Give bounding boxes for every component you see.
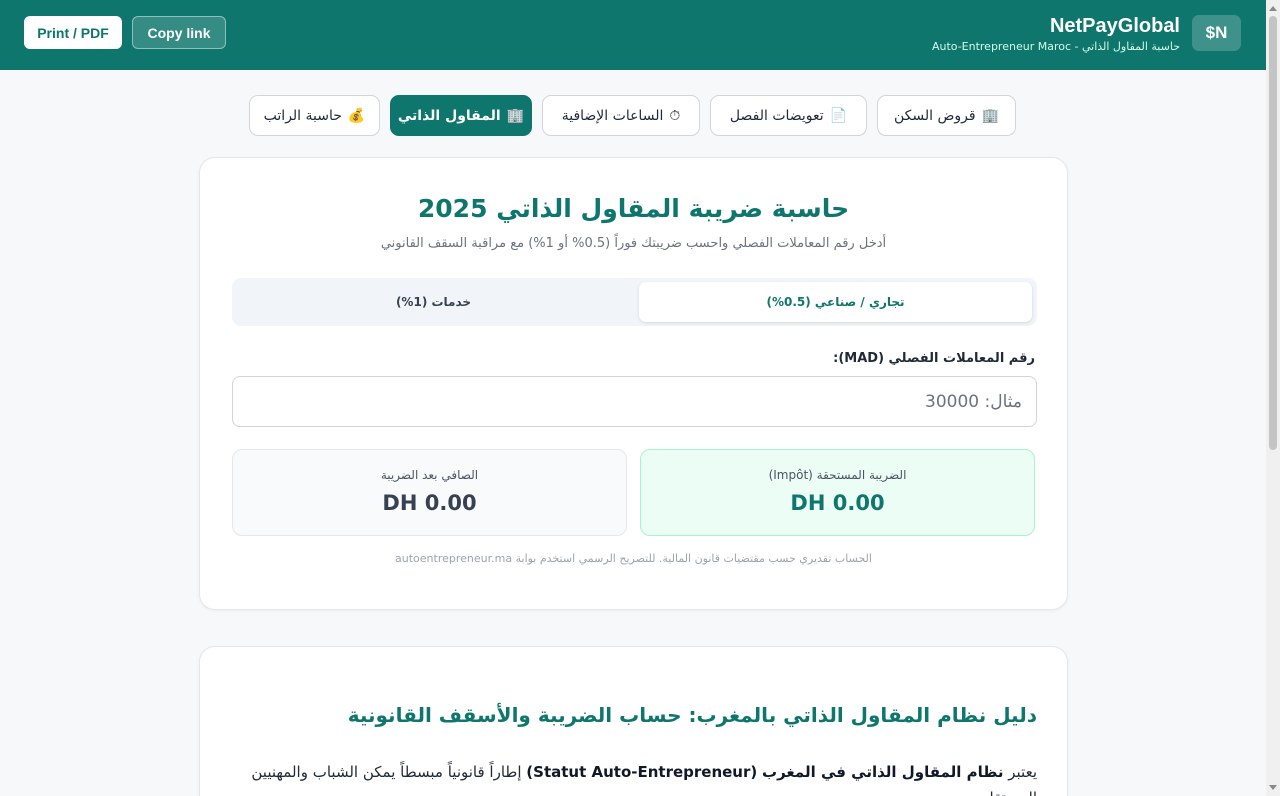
- guide-card: دليل نظام المقاول الذاتي بالمغرب: حساب ا…: [199, 646, 1068, 796]
- brand-name[interactable]: NetPayGlobal: [1050, 15, 1180, 38]
- calculator-tabs: 🏢 قروض السكن 📄 تعويضات الفصل ⏱ الساعات ا…: [0, 95, 1266, 137]
- tab-auto-entrepreneur[interactable]: 🏢 المقاول الذاتي: [390, 95, 532, 136]
- tab-housing-loans[interactable]: 🏢 قروض السكن: [877, 95, 1016, 136]
- brand-subtitle: حاسبة المقاول الذاتي - Auto-Entrepreneur…: [931, 40, 1180, 53]
- turnover-label: رقم المعاملات الفصلي (MAD):: [833, 351, 1035, 366]
- document-icon: 📄: [829, 107, 848, 124]
- money-bag-icon: 💰: [347, 107, 366, 124]
- para-prefix: يعتبر: [1003, 763, 1037, 781]
- net-value: DH 0.00: [382, 491, 477, 515]
- guide-paragraph: يعتبر نظام المقاول الذاتي في المغرب (Sta…: [227, 759, 1037, 796]
- tax-label: الضريبة المستحقة (Impôt): [768, 468, 907, 482]
- commercial-option-button[interactable]: تجاري / صناعي (0.5%): [639, 282, 1032, 322]
- para-bold-french: (Statut Auto-Entrepreneur): [526, 763, 758, 781]
- scroll-down-icon[interactable]: [1269, 785, 1277, 790]
- print-pdf-button[interactable]: Print / PDF: [24, 16, 122, 49]
- tab-salary[interactable]: 💰 حاسبة الراتب: [249, 95, 380, 136]
- tab-label: المقاول الذاتي: [397, 107, 501, 124]
- turnover-input[interactable]: [232, 376, 1037, 427]
- scroll-up-icon[interactable]: [1269, 6, 1277, 11]
- activity-type-toggle: تجاري / صناعي (0.5%) خدمات (1%): [232, 278, 1037, 326]
- page-title: حاسبة ضريبة المقاول الذاتي 2025: [417, 194, 850, 223]
- calculator-card: حاسبة ضريبة المقاول الذاتي 2025 أدخل رقم…: [199, 157, 1068, 610]
- tab-label: حاسبة الراتب: [263, 107, 342, 124]
- top-header: Print / PDF Copy link NetPayGlobal حاسبة…: [0, 0, 1266, 70]
- services-option-button[interactable]: خدمات (1%): [237, 282, 630, 322]
- tab-overtime[interactable]: ⏱ الساعات الإضافية: [542, 95, 700, 136]
- tab-label: تعويضات الفصل: [729, 107, 824, 124]
- para-bold-term: نظام المقاول الذاتي في المغرب: [762, 763, 1004, 781]
- copy-link-button[interactable]: Copy link: [132, 16, 226, 49]
- net-result-box: الصافي بعد الضريبة DH 0.00: [232, 449, 627, 536]
- tab-severance[interactable]: 📄 تعويضات الفصل: [710, 95, 867, 136]
- disclaimer-text: الحساب تقديري حسب مقتضيات قانون المالية.…: [395, 552, 872, 565]
- tab-label: الساعات الإضافية: [561, 107, 664, 124]
- tax-value: DH 0.00: [790, 491, 885, 515]
- guide-title: دليل نظام المقاول الذاتي بالمغرب: حساب ا…: [347, 703, 1037, 727]
- tax-result-box: الضريبة المستحقة (Impôt) DH 0.00: [640, 449, 1035, 536]
- stopwatch-icon: ⏱: [669, 107, 681, 124]
- page-scrollbar[interactable]: [1266, 0, 1280, 796]
- page-subtitle: أدخل رقم المعاملات الفصلي واحسب ضريبتك ف…: [380, 236, 887, 251]
- scrollbar-thumb[interactable]: [1269, 16, 1277, 450]
- brand-logo-icon[interactable]: $N: [1192, 15, 1241, 51]
- building-icon: 🏢: [981, 107, 1000, 124]
- office-icon: 🏢: [506, 107, 525, 124]
- tab-label: قروض السكن: [893, 107, 976, 124]
- net-label: الصافي بعد الضريبة: [380, 468, 479, 482]
